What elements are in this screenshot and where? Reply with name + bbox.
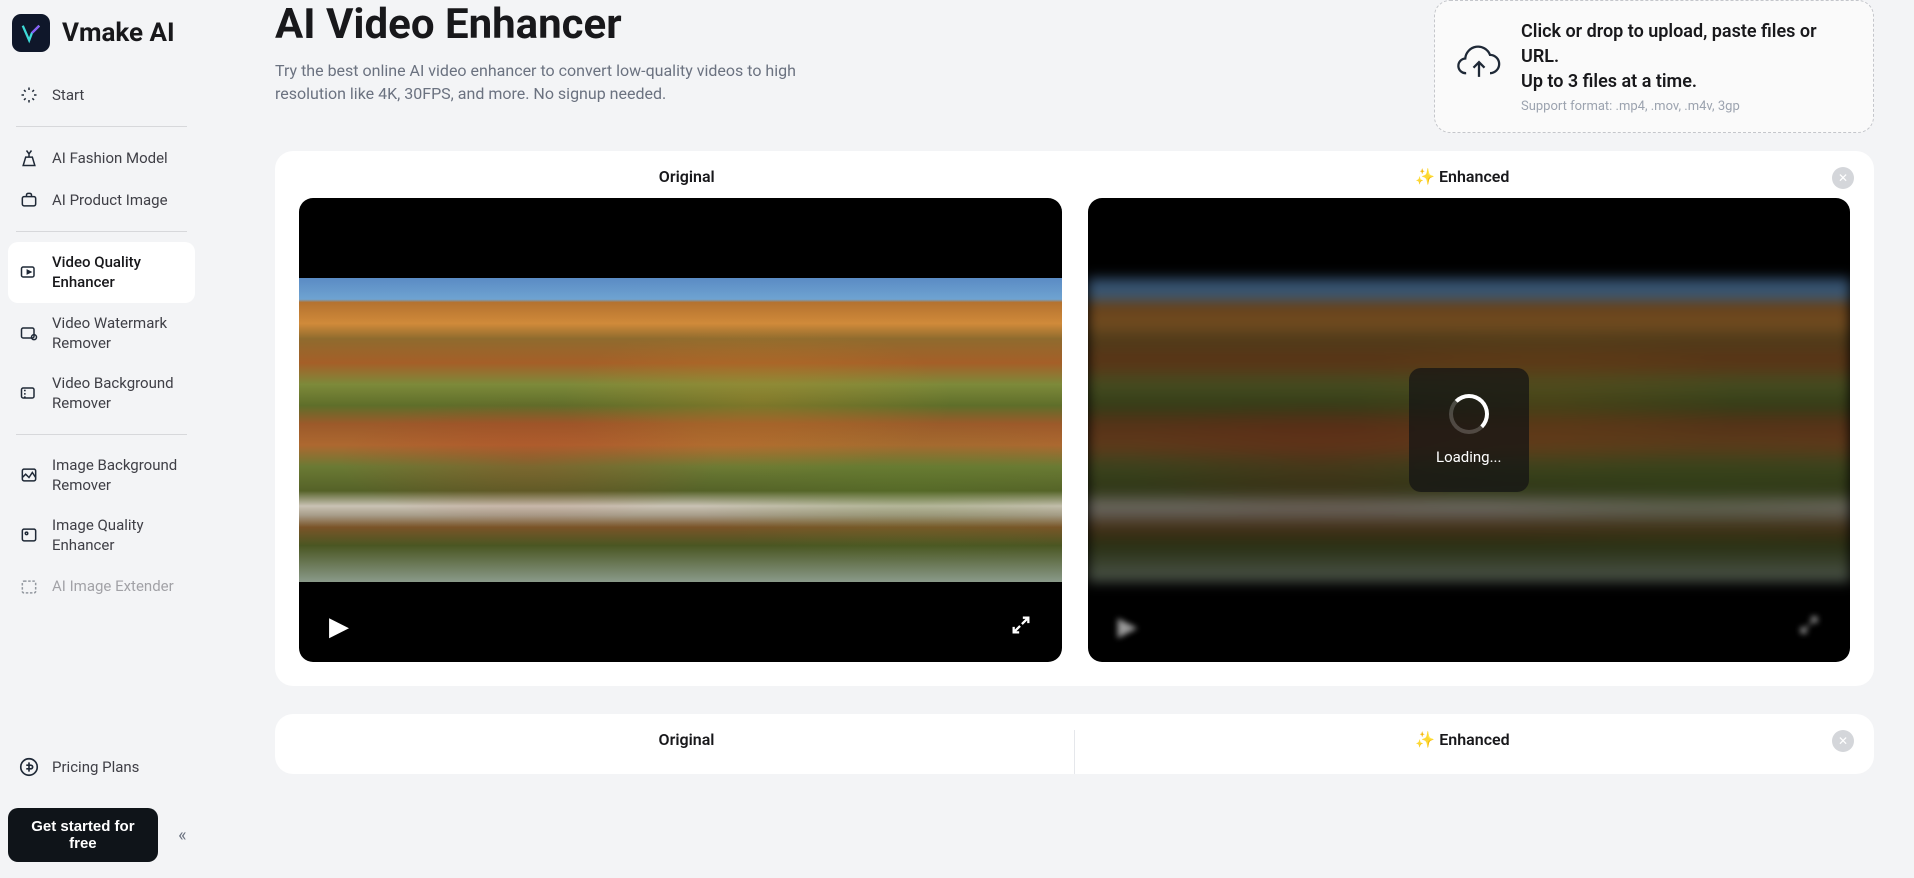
dress-icon: [18, 147, 40, 169]
get-started-button[interactable]: Get started for free: [8, 808, 158, 862]
nav-label: Image Quality Enhancer: [52, 515, 185, 556]
video-bg-icon: [18, 382, 40, 404]
brand-name: Vmake AI: [62, 18, 175, 48]
nav-fashion-model[interactable]: AI Fashion Model: [8, 137, 195, 179]
sparkle-icon: [18, 84, 40, 106]
nav-start[interactable]: Start: [8, 74, 195, 116]
play-button[interactable]: ▶: [1118, 612, 1138, 642]
loading-overlay: Loading...: [1409, 368, 1529, 492]
close-icon: ✕: [1838, 734, 1848, 748]
nav-label: Video Background Remover: [52, 373, 185, 414]
nav-label: AI Image Extender: [52, 576, 174, 596]
sidebar: Vmake AI Start AI Fashion Model: [0, 0, 203, 878]
cloud-upload-icon: [1457, 44, 1501, 88]
nav-image-background-remover[interactable]: Image Background Remover: [8, 445, 195, 506]
enhanced-label: Enhanced: [1074, 730, 1850, 774]
divider: [16, 434, 187, 435]
image-enhance-icon: [18, 524, 40, 546]
fullscreen-button[interactable]: [1010, 614, 1032, 640]
enhanced-video: ▶ Loading...: [1088, 198, 1851, 662]
page-title: AI Video Enhancer: [275, 0, 1394, 49]
nav-image-quality-enhancer[interactable]: Image Quality Enhancer: [8, 505, 195, 566]
preview-card-2: ✕ Original Enhanced: [275, 714, 1874, 774]
nav-video-watermark-remover[interactable]: Video Watermark Remover: [8, 303, 195, 364]
expand-icon: [1798, 614, 1820, 636]
collapse-sidebar-button[interactable]: «: [170, 821, 195, 849]
nav-video-background-remover[interactable]: Video Background Remover: [8, 363, 195, 424]
video-enhance-icon: [18, 261, 40, 283]
upload-line2: Up to 3 files at a time.: [1521, 69, 1851, 94]
nav-label: Pricing Plans: [52, 758, 139, 776]
play-icon: ▶: [1118, 612, 1138, 642]
nav-ai-image-extender[interactable]: AI Image Extender: [8, 566, 195, 608]
enhanced-label: Enhanced: [1075, 167, 1851, 186]
video-thumbnail: [299, 278, 1062, 582]
loading-text: Loading...: [1436, 448, 1501, 466]
nav-video-quality-enhancer[interactable]: Video Quality Enhancer: [8, 242, 195, 303]
expand-icon: [1010, 614, 1032, 636]
upload-line1: Click or drop to upload, paste files or …: [1521, 19, 1851, 69]
nav-label: Start: [52, 85, 84, 105]
spinner-icon: [1449, 394, 1489, 434]
close-preview-button[interactable]: ✕: [1832, 730, 1854, 752]
pricing-icon: [18, 756, 40, 778]
nav-label: Video Quality Enhancer: [52, 252, 185, 293]
nav-label: AI Product Image: [52, 190, 168, 210]
nav-label: Image Background Remover: [52, 455, 185, 496]
page-subtitle: Try the best online AI video enhancer to…: [275, 59, 815, 105]
logo-mark-icon: [12, 14, 50, 52]
fullscreen-button[interactable]: [1798, 614, 1820, 640]
play-icon: ▶: [329, 612, 349, 642]
nav-label: Video Watermark Remover: [52, 313, 185, 354]
image-extend-icon: [18, 576, 40, 598]
upload-formats: Support format: .mp4, .mov, .m4v, 3gp: [1521, 99, 1851, 114]
nav-product-image[interactable]: AI Product Image: [8, 179, 195, 221]
nav-pricing[interactable]: Pricing Plans: [8, 746, 195, 788]
video-watermark-icon: [18, 322, 40, 344]
original-label: Original: [299, 167, 1075, 186]
upload-dropzone[interactable]: Click or drop to upload, paste files or …: [1434, 0, 1874, 133]
preview-card: ✕ Original Enhanced ▶: [275, 151, 1874, 686]
nav-list: Start AI Fashion Model AI Product Image: [0, 66, 203, 738]
sidebar-footer: Pricing Plans Get started for free «: [0, 738, 203, 878]
divider: [16, 126, 187, 127]
briefcase-icon: [18, 189, 40, 211]
divider: [16, 231, 187, 232]
nav-label: AI Fashion Model: [52, 148, 168, 168]
original-label: Original: [299, 730, 1074, 774]
close-icon: ✕: [1838, 171, 1848, 185]
original-video: ▶: [299, 198, 1062, 662]
image-bg-icon: [18, 464, 40, 486]
play-button[interactable]: ▶: [329, 612, 349, 642]
chevron-double-left-icon: «: [178, 825, 186, 846]
close-preview-button[interactable]: ✕: [1832, 167, 1854, 189]
brand-logo[interactable]: Vmake AI: [0, 0, 203, 66]
main-content: AI Video Enhancer Try the best online AI…: [203, 0, 1914, 878]
